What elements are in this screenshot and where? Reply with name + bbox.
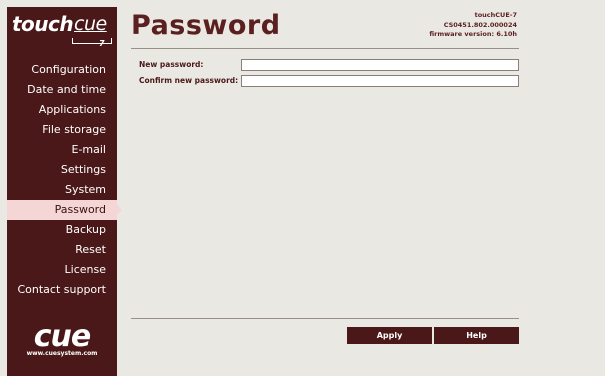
sidebar-item-license[interactable]: License	[7, 260, 117, 280]
apply-button[interactable]: Apply	[347, 327, 432, 344]
touchcue-logo: touch cue 7	[12, 12, 112, 48]
page-title: Password	[131, 10, 281, 41]
device-name: touchCUE-7	[474, 11, 517, 19]
sidebar-nav: Configuration Date and time Applications…	[7, 60, 122, 300]
sidebar-item-date-and-time[interactable]: Date and time	[7, 80, 117, 100]
firmware-version: firmware version: 6.10h	[429, 30, 517, 38]
new-password-input[interactable]	[241, 59, 519, 71]
sidebar-item-backup[interactable]: Backup	[7, 220, 117, 240]
new-password-label: New password:	[139, 60, 204, 69]
logo-cue-text: cue	[74, 13, 107, 35]
sidebar-item-contact-support[interactable]: Contact support	[7, 280, 117, 300]
confirm-password-label: Confirm new password:	[139, 76, 239, 85]
sidebar-item-system[interactable]: System	[7, 180, 117, 200]
help-button[interactable]: Help	[434, 327, 519, 344]
footer-divider	[131, 318, 519, 319]
logo-underline	[72, 38, 112, 44]
logo-model-number: 7	[99, 39, 105, 48]
sidebar-item-reset[interactable]: Reset	[7, 240, 117, 260]
header-divider	[131, 48, 519, 49]
device-info: touchCUE-7 CS0451.802.000024 firmware ve…	[429, 11, 517, 40]
cue-website-link[interactable]: www.cuesystem.com	[7, 350, 117, 357]
confirm-password-input[interactable]	[241, 75, 519, 87]
sidebar-item-password[interactable]: Password	[7, 200, 122, 220]
sidebar-item-file-storage[interactable]: File storage	[7, 120, 117, 140]
logo-touch-text: touch	[12, 12, 74, 36]
sidebar-item-configuration[interactable]: Configuration	[7, 60, 117, 80]
sidebar-item-settings[interactable]: Settings	[7, 160, 117, 180]
device-id: CS0451.802.000024	[443, 20, 517, 29]
sidebar-item-email[interactable]: E-mail	[7, 140, 117, 160]
cue-logo-text: cue	[33, 319, 92, 354]
sidebar-item-applications[interactable]: Applications	[7, 100, 117, 120]
cue-logo: cue www.cuesystem.com	[7, 319, 117, 358]
